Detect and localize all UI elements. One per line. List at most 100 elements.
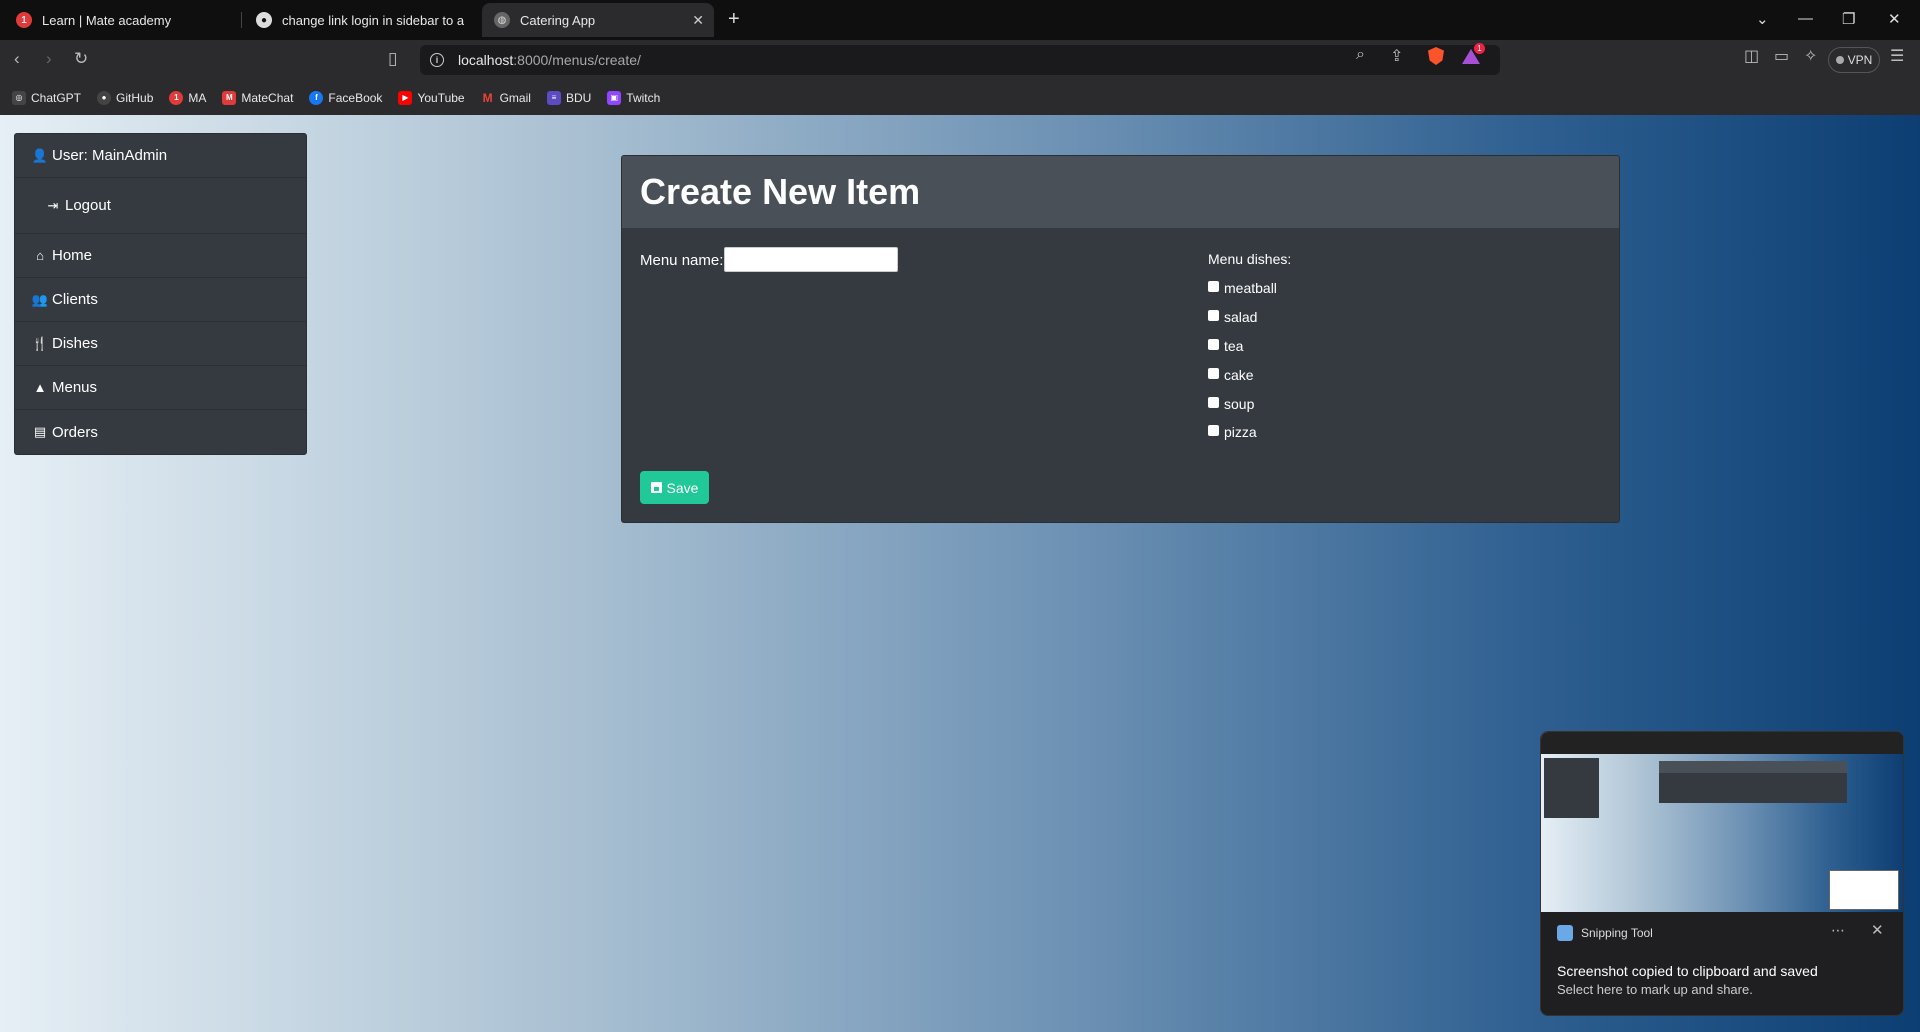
tab-title: change link login in sidebar to avoid <box>282 12 464 28</box>
bookmark-bdu[interactable]: ≡ BDU <box>546 90 591 105</box>
sidebar-item-home[interactable]: ⌂ Home <box>15 234 306 278</box>
dish-option-meatball[interactable]: meatball <box>1208 280 1277 296</box>
bookmark-twitch[interactable]: ▣ Twitch <box>607 90 660 105</box>
screenshot-thumbnail[interactable] <box>1541 732 1903 912</box>
tab-github[interactable]: ● change link login in sidebar to avoid <box>244 3 476 37</box>
address-bar[interactable]: i localhost:8000/menus/create/ <box>420 45 1500 75</box>
create-item-card: Create New Item Menu name: Menu dishes: … <box>621 155 1620 523</box>
bookmark-chatgpt[interactable]: ◎ ChatGPT <box>12 90 81 105</box>
new-tab-button[interactable]: + <box>728 8 740 31</box>
dish-option-salad[interactable]: salad <box>1208 309 1257 325</box>
sidebar-item-logout[interactable]: ⇥ Logout <box>15 178 306 234</box>
dish-option-pizza[interactable]: pizza <box>1208 424 1257 440</box>
wallet-icon[interactable]: ▭ <box>1774 46 1789 66</box>
mate-academy-icon: 1 <box>16 12 32 28</box>
forward-icon[interactable]: › <box>46 49 52 69</box>
snipping-tool-icon <box>1557 925 1573 941</box>
tab-separator <box>241 12 242 28</box>
sidebar-user: 👤 User: MainAdmin <box>15 134 306 178</box>
rewards-badge: 1 <box>1474 43 1485 54</box>
snipping-tool-notification[interactable]: Snipping Tool ⋯ ✕ Screenshot copied to c… <box>1540 731 1904 1016</box>
bookmark-facebook[interactable]: f FaceBook <box>309 90 382 105</box>
globe-icon: ◍ <box>494 12 510 28</box>
facebook-icon: f <box>309 90 324 105</box>
vpn-status-icon <box>1835 56 1844 64</box>
receipt-icon: ▤ <box>33 424 47 439</box>
utensils-icon: 🍴 <box>31 335 49 351</box>
close-notification-icon[interactable]: ✕ <box>1871 921 1884 939</box>
sidebar-item-dishes[interactable]: 🍴 Dishes <box>15 322 306 366</box>
youtube-icon: ▶ <box>398 90 413 105</box>
github-icon: ● <box>256 12 272 28</box>
checkbox[interactable] <box>1208 281 1219 292</box>
bookmark-youtube[interactable]: ▶ YouTube <box>398 90 465 105</box>
sidebar: 👤 User: MainAdmin ⇥ Logout ⌂ Home 👥 Clie… <box>14 133 307 455</box>
github-icon: ● <box>97 90 112 105</box>
checkbox[interactable] <box>1208 397 1219 408</box>
logout-icon: ⇥ <box>47 197 59 213</box>
zoom-icon[interactable]: ⌕ <box>1356 46 1365 64</box>
sidebar-item-menus[interactable]: ▲ Menus <box>15 366 306 410</box>
tab-title: Learn | Mate academy <box>42 12 172 28</box>
vpn-button[interactable]: VPN <box>1828 47 1880 73</box>
menu-name-label: Menu name: <box>640 252 724 269</box>
thumbnail-card-header <box>1659 761 1847 773</box>
close-tab-icon[interactable]: ✕ <box>692 12 704 29</box>
back-icon[interactable]: ‹ <box>14 49 20 69</box>
floppy-disk-icon <box>650 482 662 493</box>
user-icon: 👤 <box>31 147 49 163</box>
tab-title: Catering App <box>520 12 596 28</box>
sidebar-toggle-icon[interactable]: ◫ <box>1744 46 1759 66</box>
dish-option-cake[interactable]: cake <box>1208 367 1254 383</box>
more-options-icon[interactable]: ⋯ <box>1831 922 1845 939</box>
menu-icon[interactable]: ☰ <box>1890 46 1904 66</box>
matechat-icon: M <box>222 90 237 105</box>
bookmark-matechat[interactable]: M MateChat <box>222 90 293 105</box>
bookmark-github[interactable]: ● GitHub <box>97 90 153 105</box>
users-icon: 👥 <box>31 291 49 307</box>
tab-mate-academy[interactable]: 1 Learn | Mate academy <box>4 3 236 37</box>
bookmark-ma[interactable]: 1 MA <box>169 90 206 105</box>
tab-catering-app[interactable]: ◍ Catering App ✕ <box>482 3 714 37</box>
bdu-icon: ≡ <box>546 90 561 105</box>
ma-icon: 1 <box>169 90 184 105</box>
checkbox[interactable] <box>1208 339 1219 350</box>
sidebar-item-orders[interactable]: ▤ Orders <box>15 410 306 454</box>
tab-search-icon[interactable]: ⌄ <box>1756 10 1769 28</box>
thumbnail-inset <box>1829 870 1899 910</box>
twitch-icon: ▣ <box>607 90 622 105</box>
dish-option-soup[interactable]: soup <box>1208 396 1254 412</box>
share-icon[interactable]: ⇪ <box>1390 46 1403 66</box>
minimize-icon[interactable]: — <box>1798 10 1813 27</box>
checkbox[interactable] <box>1208 368 1219 379</box>
page-title: Create New Item <box>640 171 921 212</box>
notification-app: Snipping Tool <box>1557 925 1653 941</box>
bookmark-icon[interactable]: ▯ <box>388 49 397 69</box>
reload-icon[interactable]: ↻ <box>74 49 88 69</box>
cloche-icon: ▲ <box>33 380 47 395</box>
notification-subtitle: Select here to mark up and share. <box>1557 982 1753 997</box>
menu-dishes-label: Menu dishes: <box>1208 251 1292 267</box>
url-text: localhost:8000/menus/create/ <box>458 52 641 68</box>
tab-bar: 1 Learn | Mate academy ● change link log… <box>0 0 1920 40</box>
thumbnail-sidebar <box>1544 758 1599 818</box>
card-header: Create New Item <box>622 156 1619 228</box>
checkbox[interactable] <box>1208 310 1219 321</box>
bookmark-gmail[interactable]: M Gmail <box>480 90 531 105</box>
chatgpt-icon: ◎ <box>12 90 26 105</box>
sidebar-item-clients[interactable]: 👥 Clients <box>15 278 306 322</box>
save-button[interactable]: Save <box>640 471 709 504</box>
close-window-icon[interactable]: ✕ <box>1888 10 1901 28</box>
leo-ai-icon[interactable]: ✧ <box>1804 46 1817 66</box>
thumbnail-chrome <box>1541 732 1903 754</box>
browser-toolbar: ‹ › ↻ ▯ i localhost:8000/menus/create/ ⌕… <box>0 40 1920 80</box>
notification-title: Screenshot copied to clipboard and saved <box>1557 963 1818 979</box>
gmail-icon: M <box>480 90 495 105</box>
home-icon: ⌂ <box>36 248 44 263</box>
site-info-icon[interactable]: i <box>430 53 444 67</box>
checkbox[interactable] <box>1208 425 1219 436</box>
restore-icon[interactable]: ❐ <box>1842 10 1855 28</box>
dish-option-tea[interactable]: tea <box>1208 338 1243 354</box>
menu-name-input[interactable] <box>724 247 898 272</box>
bookmarks-bar: ◎ ChatGPT ● GitHub 1 MA M MateChat f FaceBook… <box>0 80 1920 115</box>
